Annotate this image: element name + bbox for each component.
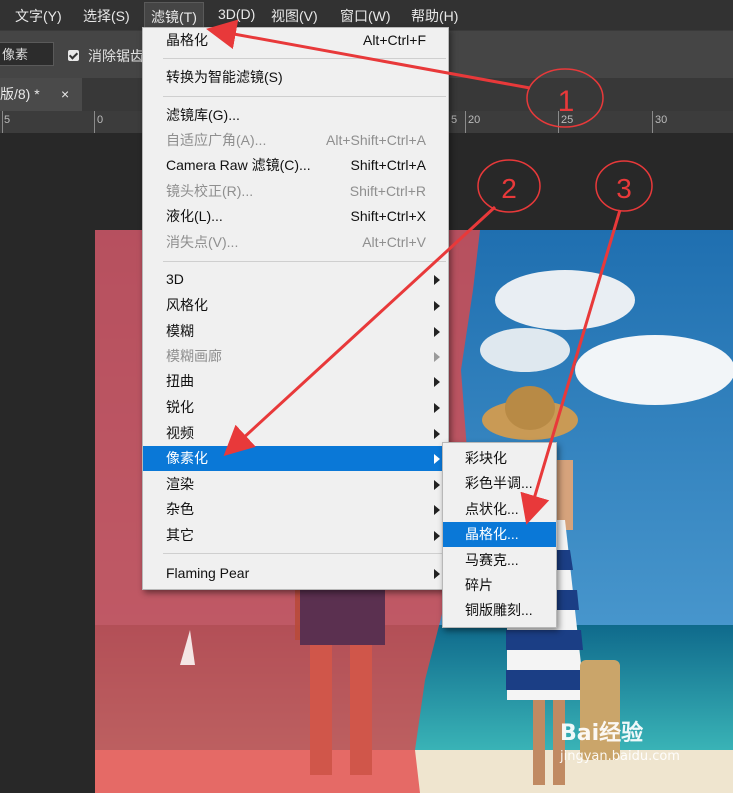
baidu-watermark: Bai经验 jingyan.baidu.com [560, 715, 680, 764]
watermark-url: jingyan.baidu.com [560, 749, 680, 764]
annotation-number-3: 3 [616, 173, 632, 204]
watermark-logo: Bai经验 [560, 721, 644, 746]
annotation-overlay: 1 2 3 [206, 19, 653, 525]
annotation-arrow-2 [223, 205, 497, 457]
annotation-number-2: 2 [501, 173, 517, 204]
annotation-number-1: 1 [558, 85, 575, 118]
annotation-arrow-3 [520, 209, 622, 525]
annotation-arrow-1 [206, 19, 531, 90]
